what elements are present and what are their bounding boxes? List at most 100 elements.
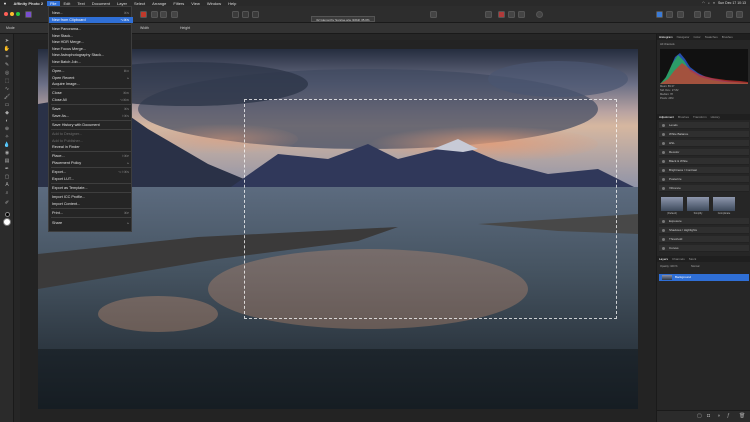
adjustment-levels[interactable]: Levels	[659, 122, 749, 129]
menubar-clock[interactable]: Sun Dec 17 10:13	[718, 1, 746, 5]
develop-persona-icon[interactable]	[140, 11, 147, 18]
paint-brush-icon[interactable]: 🖌	[3, 94, 11, 100]
add-layer-icon[interactable]: ▢	[697, 413, 702, 419]
studio-link-icon[interactable]	[656, 11, 663, 18]
liquify-persona-icon[interactable]	[151, 11, 158, 18]
tab-brushes[interactable]: Brushes	[720, 35, 735, 39]
arrange-button[interactable]	[252, 11, 259, 18]
menu-item-close-all[interactable]: Close All ⌥⌘W	[49, 97, 133, 103]
assistant-icon[interactable]	[536, 11, 543, 18]
tab-channels[interactable]: Channels	[670, 257, 687, 261]
tab-adjustment[interactable]: Adjustment	[657, 115, 676, 119]
freehand-select-icon[interactable]: ∿	[3, 86, 11, 92]
preset-complicate-thumb[interactable]	[713, 197, 735, 211]
tone-map-persona-icon[interactable]	[160, 11, 167, 18]
menu-item-new[interactable]: New... ⌘N	[49, 10, 133, 16]
tab-stock[interactable]: Stock	[687, 257, 699, 261]
tab-histogram[interactable]: Histogram	[657, 35, 675, 39]
menu-edit[interactable]: Edit	[60, 1, 74, 6]
dodge-tool-icon[interactable]: ◐	[3, 118, 11, 124]
menu-arrange[interactable]: Arrange	[149, 1, 170, 6]
close-window-button[interactable]	[4, 12, 8, 16]
control-center-icon[interactable]: ≡	[713, 1, 715, 5]
menu-item-new-stack[interactable]: New Stack...	[49, 33, 133, 39]
menu-window[interactable]: Window	[203, 1, 224, 6]
secondary-color-swatch[interactable]	[5, 212, 10, 217]
tab-layers[interactable]: Layers	[657, 257, 670, 261]
mirror-icon[interactable]	[704, 11, 711, 18]
layer-opacity[interactable]: Opacity: 100 %	[660, 265, 678, 268]
move-tool-icon[interactable]: ➤	[3, 38, 11, 44]
menu-item-new-focus-merge[interactable]: New Focus Merge...	[49, 46, 133, 52]
menu-item-acquire-image[interactable]: Acquire Image...	[49, 81, 133, 87]
adjustment-exposure[interactable]: Exposure	[659, 218, 749, 225]
layer-background[interactable]: Background	[659, 274, 749, 281]
zoom-tool-icon[interactable]: ⌕	[3, 190, 11, 196]
wifi-icon[interactable]: ◠	[702, 1, 705, 5]
photo-persona-icon[interactable]	[25, 11, 32, 18]
menu-item-save-history[interactable]: Save History with Document	[49, 122, 133, 128]
trash-icon[interactable]: 🗑	[739, 413, 745, 419]
menu-item-open[interactable]: Open... ⌘O	[49, 68, 133, 74]
layer-blend-mode[interactable]: Normal	[691, 265, 699, 268]
menu-app[interactable]: Affinity Photo 2	[10, 1, 47, 6]
brush-options-button[interactable]	[518, 11, 525, 18]
histogram-channel-select[interactable]: All Channels	[660, 43, 675, 46]
menu-item-reveal-in-finder[interactable]: Reveal in Finder	[49, 144, 133, 150]
color-picker-button[interactable]	[508, 11, 515, 18]
primary-color-swatch[interactable]	[3, 218, 11, 226]
flood-fill-icon[interactable]: ◆	[3, 110, 11, 116]
menu-item-share[interactable]: Share ▸	[49, 220, 133, 226]
pen-tool-icon[interactable]: ✒	[3, 166, 11, 172]
menu-item-close[interactable]: Close ⌘W	[49, 90, 133, 96]
tab-transform[interactable]: Transform	[691, 115, 709, 119]
view-tool-icon[interactable]: ✋	[3, 46, 11, 52]
menu-item-print[interactable]: Print... ⌘P	[49, 210, 133, 216]
menu-text[interactable]: Text	[74, 1, 88, 6]
mask-icon[interactable]: ◘	[707, 413, 710, 419]
menu-item-import-icc[interactable]: Import ICC Profile...	[49, 194, 133, 200]
adjustment-curves[interactable]: Curves	[659, 245, 749, 252]
inpainting-tool-icon[interactable]: ✧	[3, 134, 11, 140]
menu-document[interactable]: Document	[88, 1, 113, 6]
distribute-button[interactable]	[242, 11, 249, 18]
zoom-window-button[interactable]	[16, 12, 20, 16]
menu-select[interactable]: Select	[131, 1, 149, 6]
selection-brush-icon[interactable]: ✎	[3, 62, 11, 68]
marquee-tool-icon[interactable]: ⬚	[3, 78, 11, 84]
menu-view[interactable]: View	[188, 1, 204, 6]
flood-select-icon[interactable]: ◎	[3, 70, 11, 76]
color-picker-icon[interactable]: ✐	[3, 200, 11, 206]
selection-refine-button[interactable]	[485, 11, 492, 18]
preset-simplify-thumb[interactable]	[687, 197, 709, 211]
menu-item-new-from-clipboard[interactable]: New from Clipboard ⌥⌘N	[49, 16, 133, 23]
adjustment-brightness-contrast[interactable]: Brightness / Contrast	[659, 167, 749, 174]
minimize-window-button[interactable]	[10, 12, 14, 16]
menu-item-save[interactable]: Save ⌘S	[49, 106, 133, 112]
split-view-icon[interactable]	[694, 11, 701, 18]
menu-item-export-lut[interactable]: Export LUT...	[49, 176, 133, 182]
grid-icon[interactable]	[677, 11, 684, 18]
adjustment-posterize[interactable]: Posterize	[659, 176, 749, 183]
adjustment-recolor[interactable]: Recolor	[659, 149, 749, 156]
text-tool-icon[interactable]: A	[3, 182, 11, 188]
menu-item-new-astro-stack[interactable]: New Astrophotography Stack...	[49, 52, 133, 58]
tab-swatches[interactable]: Swatches	[703, 35, 720, 39]
menu-layer[interactable]: Layer	[114, 1, 131, 6]
menu-item-new-hdr-merge[interactable]: New HDR Merge...	[49, 39, 133, 45]
crop-tool-icon[interactable]: ⌗	[3, 54, 11, 60]
shape-tool-icon[interactable]: ▢	[3, 174, 11, 180]
menu-help[interactable]: Help	[225, 1, 240, 6]
adjustment-vibrance[interactable]: Vibrance	[659, 185, 749, 192]
export-persona-icon[interactable]	[171, 11, 178, 18]
tab-color[interactable]: Color	[692, 35, 703, 39]
tab-brushes-2[interactable]: Brushes	[676, 115, 691, 119]
snapping-button[interactable]	[498, 11, 505, 18]
erase-brush-icon[interactable]: ▭	[3, 102, 11, 108]
document-tab[interactable]: 02 Glenorchy Sunrise.arw (16bit) 35.0%	[311, 16, 375, 22]
menu-item-save-as[interactable]: Save As... ⇧⌘S	[49, 113, 133, 119]
adjustment-threshold[interactable]: Threshold	[659, 236, 749, 243]
preferences-icon[interactable]	[736, 11, 743, 18]
adjustment-hsl[interactable]: HSL	[659, 140, 749, 147]
share-icon[interactable]	[726, 11, 733, 18]
